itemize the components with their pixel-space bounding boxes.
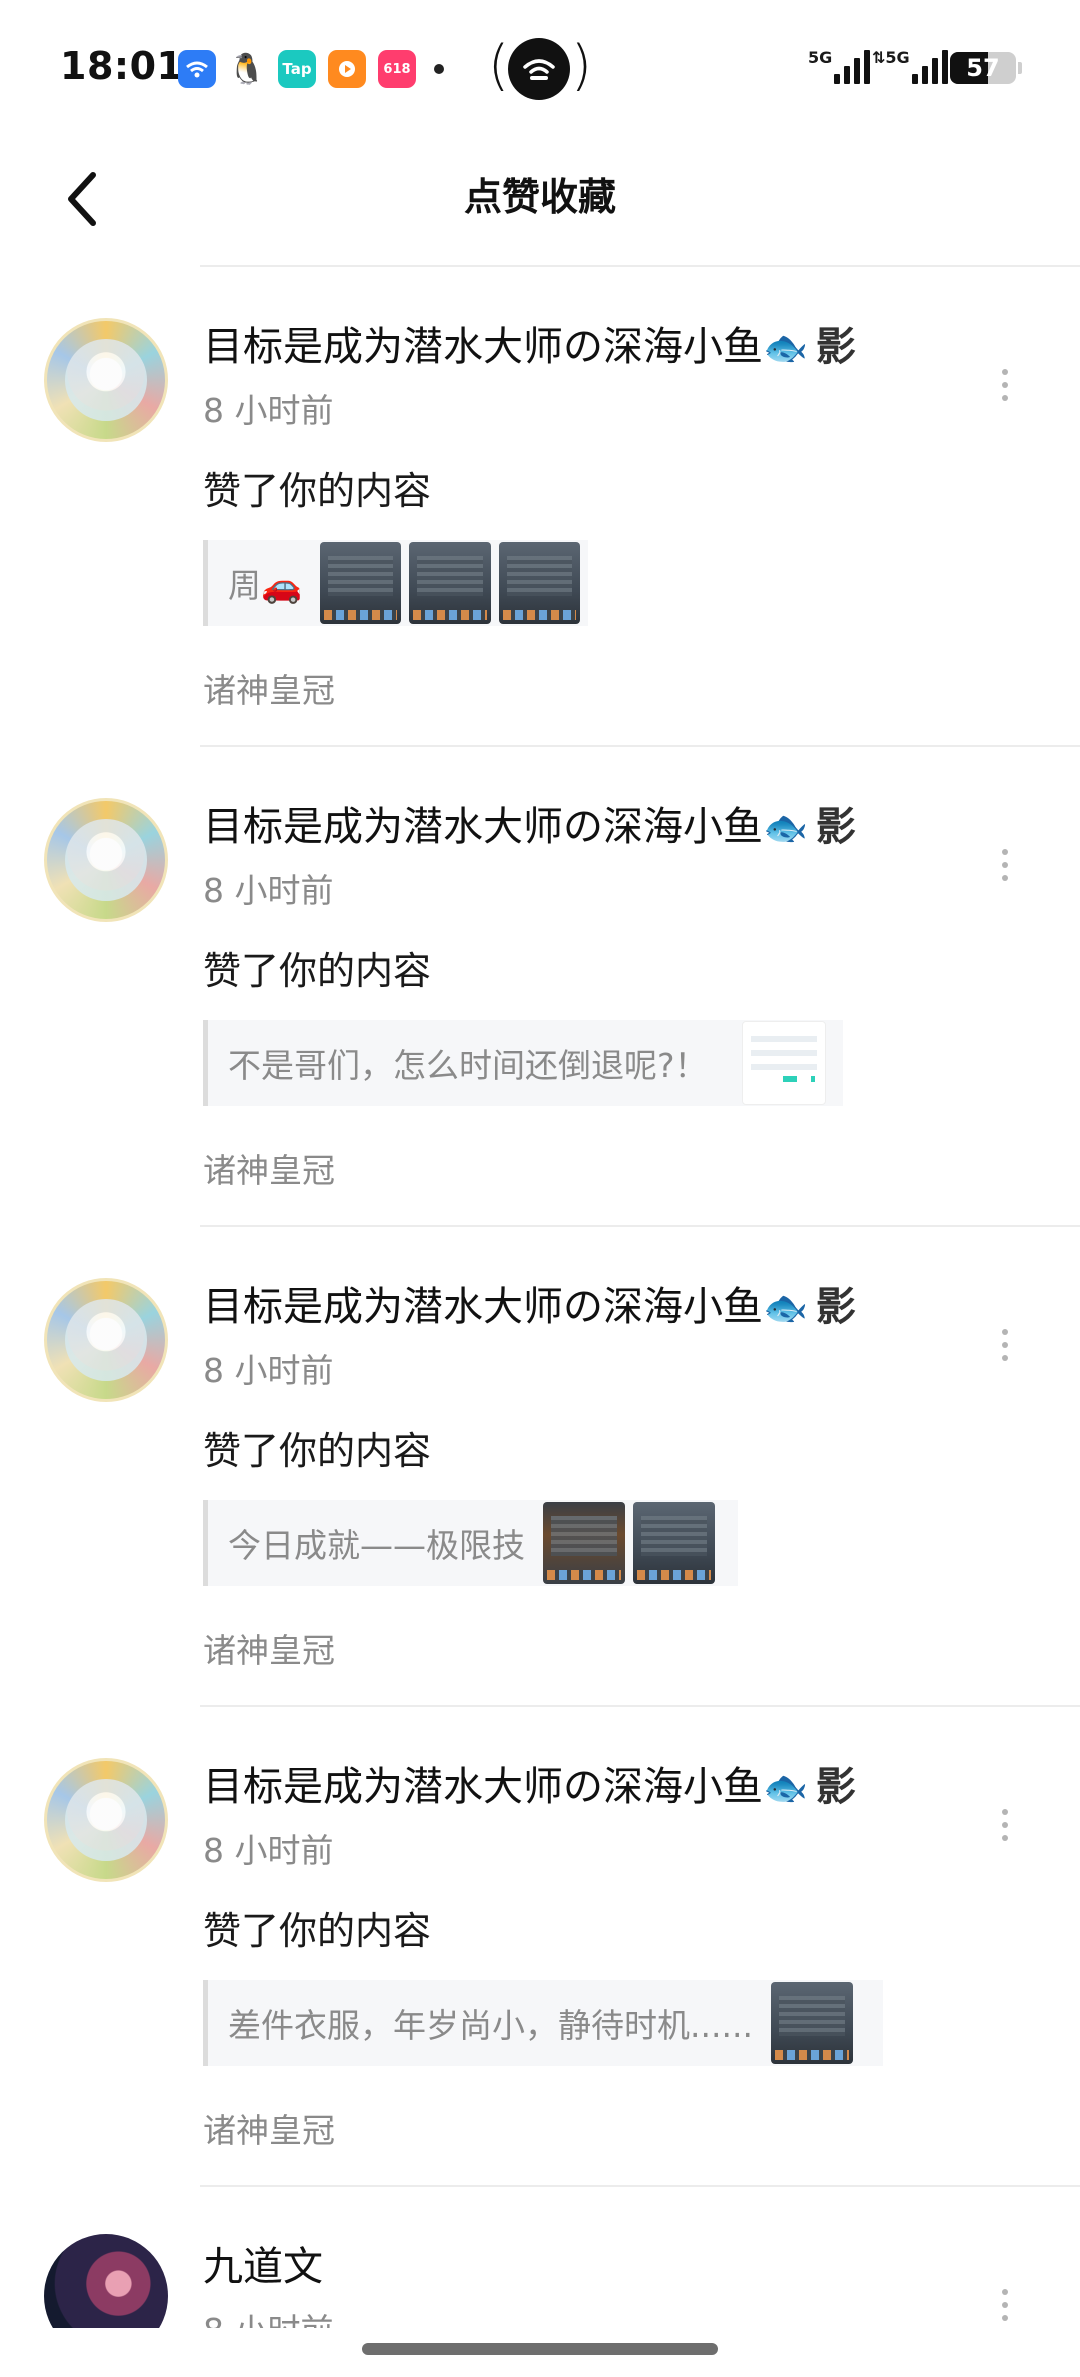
qq-icon: 🐧: [228, 50, 266, 88]
quoted-post-text: 不是哥们，怎么时间还倒退呢?！: [228, 1046, 708, 1085]
quoted-post-text: 周🚗: [228, 566, 303, 605]
quoted-post[interactable]: 今日成就——极限技: [203, 1500, 738, 1586]
home-indicator[interactable]: [362, 2343, 718, 2355]
hotspot-indicator: ( ): [488, 34, 592, 104]
username[interactable]: 目标是成为潜水大师の深海小鱼🐟 影: [203, 314, 856, 372]
fish-icon: 🐟: [763, 808, 808, 849]
user-badge-icon: 影: [815, 1284, 856, 1330]
circle-name[interactable]: 诸神皇冠: [203, 2104, 335, 2152]
post-thumbnail: [498, 542, 580, 624]
list-item[interactable]: 目标是成为潜水大师の深海小鱼🐟 影 8 小时前 赞了你的内容 差件衣服，年岁尚小，…: [0, 1708, 1080, 2186]
username[interactable]: 目标是成为潜水大师の深海小鱼🐟 影: [203, 794, 856, 852]
action-text: 赞了你的内容: [203, 1429, 432, 1473]
post-thumbnail: [741, 1021, 826, 1105]
wifi-assistant-icon: [178, 50, 216, 88]
more-options-icon[interactable]: [990, 1320, 1020, 1370]
timestamp: 8 小时前: [203, 1831, 334, 1870]
user-badge-icon: 影: [815, 1764, 856, 1810]
list-item[interactable]: 目标是成为潜水大师の深海小鱼🐟 影 8 小时前 赞了你的内容 周🚗 诸神皇冠: [0, 268, 1080, 746]
fish-icon: 🐟: [763, 328, 808, 369]
signal-bars-icon: [911, 48, 948, 84]
page-title: 点赞收藏: [463, 175, 616, 219]
more-options-icon[interactable]: [990, 2280, 1020, 2328]
more-options-icon[interactable]: [990, 1800, 1020, 1850]
signal-1: 5G: [808, 48, 871, 84]
user-badge-icon: 影: [815, 324, 856, 370]
divider: [200, 2185, 1080, 2187]
top-nav-bar: 点赞收藏: [0, 140, 1080, 260]
status-time: 18:01: [60, 44, 184, 88]
avatar[interactable]: [44, 1278, 168, 1402]
timestamp: 8 小时前: [203, 871, 334, 910]
more-options-icon[interactable]: [990, 360, 1020, 410]
quoted-post-text: 差件衣服，年岁尚小，静待时机......: [228, 2006, 753, 2045]
post-thumbnail: [633, 1502, 715, 1584]
signal-bars-icon: [834, 48, 871, 84]
divider: [200, 1225, 1080, 1227]
status-bar: 18:01 🐧 Tap 618 ( ) 5G ⇅5G 57: [0, 0, 1080, 140]
circle-name[interactable]: 诸神皇冠: [203, 1144, 335, 1192]
shopping-618-icon: 618: [378, 50, 416, 88]
quoted-post-text: 今日成就——极限技: [228, 1526, 525, 1565]
avatar[interactable]: [44, 798, 168, 922]
timestamp: 8 小时前: [203, 391, 334, 430]
timestamp: 8 小时前: [203, 2304, 334, 2328]
username[interactable]: 目标是成为潜水大师の深海小鱼🐟 影: [203, 1754, 856, 1812]
post-thumbnail: [409, 542, 491, 624]
taptap-icon: Tap: [278, 50, 316, 88]
username[interactable]: 九道文: [203, 2234, 323, 2292]
circle-name[interactable]: 诸神皇冠: [203, 1624, 335, 1672]
username[interactable]: 目标是成为潜水大师の深海小鱼🐟 影: [203, 1274, 856, 1332]
list-item[interactable]: 目标是成为潜水大师の深海小鱼🐟 影 8 小时前 赞了你的内容 不是哥们，怎么时间还…: [0, 748, 1080, 1226]
quoted-post[interactable]: 不是哥们，怎么时间还倒退呢?！: [203, 1020, 843, 1106]
list-item[interactable]: 目标是成为潜水大师の深海小鱼🐟 影 8 小时前 赞了你的内容 今日成就——极限技 …: [0, 1228, 1080, 1706]
signal-2: ⇅5G: [872, 48, 948, 84]
action-text: 赞了你的内容: [203, 949, 432, 993]
post-thumbnail: [543, 1502, 625, 1584]
avatar[interactable]: [44, 318, 168, 442]
battery-level: 57: [966, 54, 1000, 82]
quoted-post[interactable]: 差件衣服，年岁尚小，静待时机......: [203, 1980, 883, 2066]
fish-icon: 🐟: [763, 1768, 808, 1809]
post-thumbnail: [770, 1982, 853, 2064]
quoted-post[interactable]: 周🚗: [203, 540, 588, 626]
user-badge-icon: 影: [815, 804, 856, 850]
more-notifications-dot: [434, 64, 444, 74]
post-thumbnail: [320, 542, 402, 624]
notification-icons: 🐧 Tap 618: [178, 50, 444, 88]
divider: [200, 265, 1080, 267]
list-item[interactable]: 九道文 8 小时前: [0, 2188, 1080, 2328]
divider: [200, 1705, 1080, 1707]
more-options-icon[interactable]: [990, 840, 1020, 890]
avatar[interactable]: [44, 2234, 168, 2328]
action-text: 赞了你的内容: [203, 469, 432, 513]
battery-icon: 57: [950, 52, 1016, 84]
timestamp: 8 小时前: [203, 1351, 334, 1390]
fish-icon: 🐟: [763, 1288, 808, 1329]
video-app-icon: [328, 50, 366, 88]
action-text: 赞了你的内容: [203, 1909, 432, 1953]
circle-name[interactable]: 诸神皇冠: [203, 664, 335, 712]
avatar[interactable]: [44, 1758, 168, 1882]
divider: [200, 745, 1080, 747]
hotspot-icon: [508, 38, 570, 100]
